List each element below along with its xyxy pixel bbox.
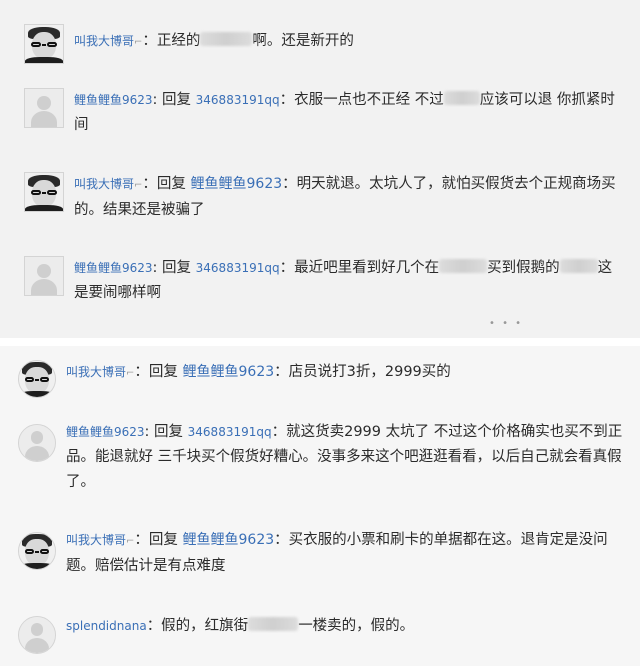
comment-text: 叫我大博哥⌐：回复 鲤鱼鲤鱼9623：明天就退。太坑人了，就怕买假货去个正规商场… (74, 176, 616, 218)
reply-target-link[interactable]: 鲤鱼鲤鱼9623 (183, 364, 275, 380)
separator: ： (134, 532, 149, 548)
username-link[interactable]: 鲤鱼鲤鱼9623 (74, 93, 153, 107)
comment-text: 鲤鱼鲤鱼9623: 回复 346883191qq：衣服一点也不正经 不过 应该可以… (74, 91, 615, 133)
username-link[interactable]: 叫我大博哥 (74, 177, 134, 191)
comment-text: 鲤鱼鲤鱼9623: 回复 346883191qq：最近吧里看到好几个在 买到假鹅的… (74, 259, 613, 301)
username-link[interactable]: 叫我大博哥 (66, 533, 126, 547)
reply-target-link[interactable]: 鲤鱼鲤鱼9623 (191, 176, 283, 192)
avatar[interactable] (18, 616, 56, 654)
avatar[interactable] (24, 24, 64, 64)
more-indicator: • • • (489, 318, 524, 329)
username-link[interactable]: 叫我大博哥 (74, 34, 134, 48)
censored-blur (200, 32, 253, 46)
comments-panel-top: 叫我大博哥⌐：正经的 啊。还是新开的 鲤鱼鲤鱼9623: 回复 346883191… (0, 0, 640, 338)
censored-blur (248, 617, 299, 631)
avatar[interactable] (18, 424, 56, 462)
reply-target-link[interactable]: 346883191qq (196, 261, 280, 275)
reply-target-link[interactable]: 鲤鱼鲤鱼9623 (183, 532, 275, 548)
comment-text: 叫我大博哥⌐：正经的 啊。还是新开的 (74, 32, 354, 49)
censored-blur (559, 259, 598, 273)
username-link[interactable]: 叫我大博哥 (66, 365, 126, 379)
reply-target-link[interactable]: 346883191qq (196, 93, 280, 107)
censored-blur (443, 91, 480, 105)
avatar[interactable] (18, 360, 56, 398)
username-link[interactable]: 鲤鱼鲤鱼9623 (74, 261, 153, 275)
reply-target-link[interactable]: 346883191qq (188, 425, 272, 439)
separator: : (152, 260, 163, 276)
comment-text: 叫我大博哥⌐：回复 鲤鱼鲤鱼9623：店员说打3折，2999买的 (66, 364, 451, 380)
username-link[interactable]: splendidnana (66, 619, 147, 633)
avatar[interactable] (24, 256, 64, 296)
panel-divider (0, 338, 640, 346)
comment-text: splendidnana：假的，红旗街 一楼卖的，假的。 (66, 617, 415, 634)
avatar[interactable] (24, 172, 64, 212)
separator: : (144, 424, 155, 440)
username-link[interactable]: 鲤鱼鲤鱼9623 (66, 425, 145, 439)
separator: : (152, 92, 163, 108)
separator: ： (142, 176, 157, 192)
comments-panel-bottom: 叫我大博哥⌐：回复 鲤鱼鲤鱼9623：店员说打3折，2999买的 鲤鱼鲤鱼962… (0, 346, 640, 666)
comment-text: 鲤鱼鲤鱼9623: 回复 346883191qq：就这货卖2999 太坑了 不过… (66, 424, 623, 490)
comment-text: 叫我大博哥⌐：回复 鲤鱼鲤鱼9623：买衣服的小票和刷卡的单据都在这。退肯定是没… (66, 532, 608, 574)
censored-blur (439, 259, 488, 273)
separator: ： (134, 364, 149, 380)
avatar[interactable] (24, 88, 64, 128)
avatar[interactable] (18, 532, 56, 570)
